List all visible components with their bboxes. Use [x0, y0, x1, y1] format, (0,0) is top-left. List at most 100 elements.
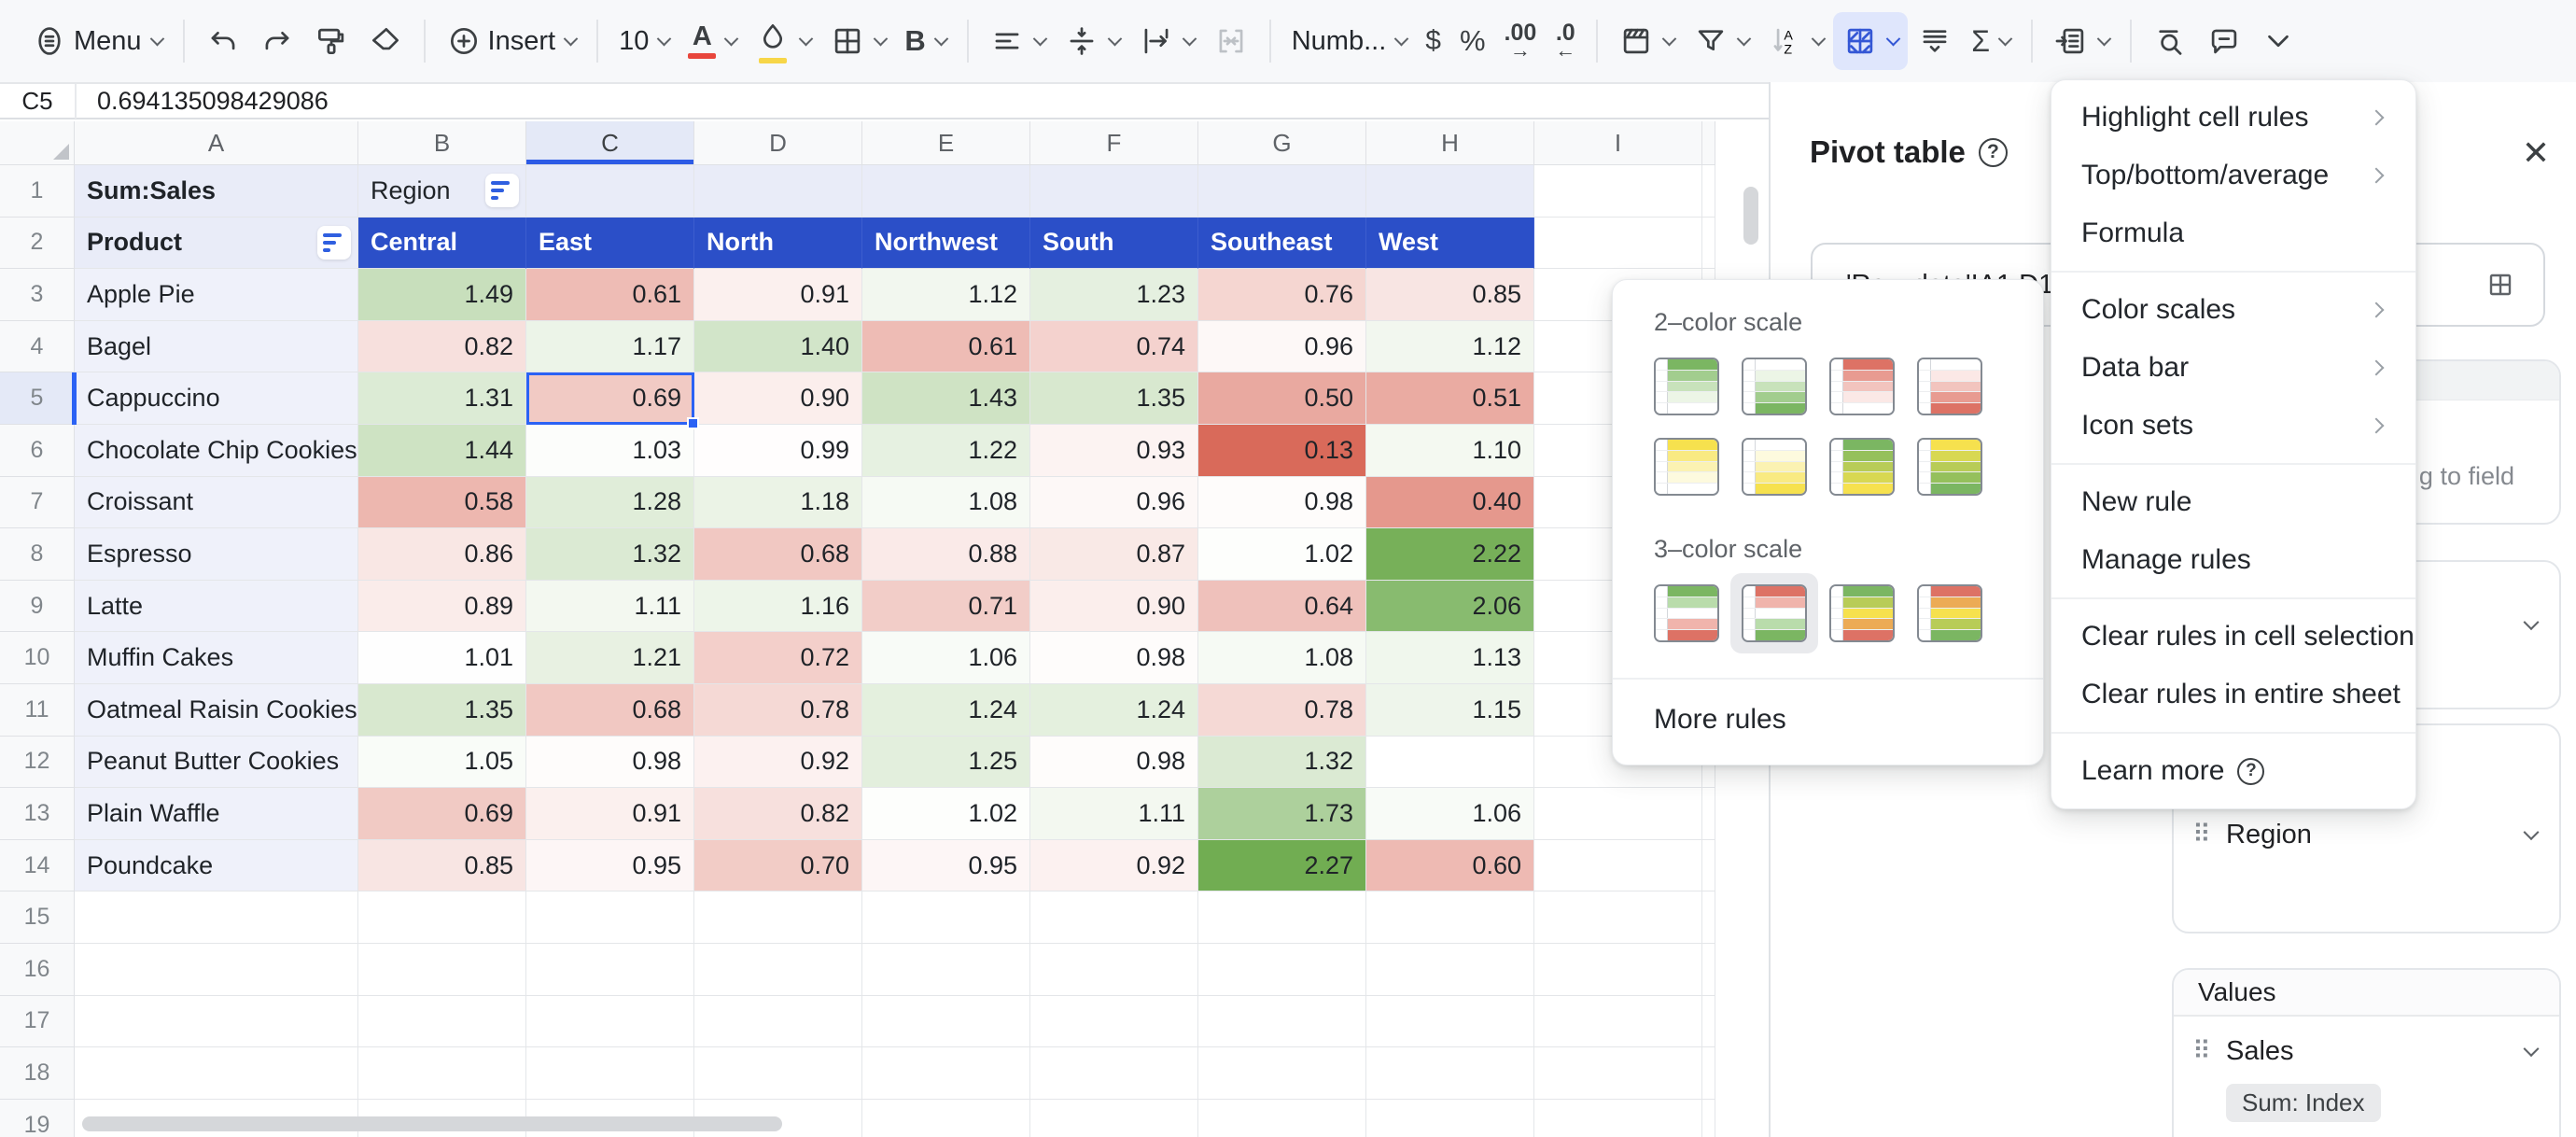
- cell-G7[interactable]: 0.98: [1198, 477, 1366, 529]
- text-wrap-button[interactable]: [1129, 12, 1204, 70]
- cell-I17[interactable]: [1534, 996, 1702, 1048]
- filter-icon[interactable]: [317, 226, 351, 260]
- cell-A9[interactable]: Latte: [75, 581, 358, 633]
- cell-H9[interactable]: 2.06: [1366, 581, 1534, 633]
- cell-X1[interactable]: [1702, 165, 1715, 218]
- cell-B9[interactable]: 0.89: [358, 581, 526, 633]
- cell-H5[interactable]: 0.51: [1366, 372, 1534, 425]
- cell-D2[interactable]: North: [694, 218, 862, 270]
- cell-D11[interactable]: 0.78: [694, 684, 862, 737]
- row-header-6[interactable]: 6: [0, 425, 75, 477]
- scale-swatch-red-yellow-green[interactable]: [1906, 573, 1994, 653]
- cell-F18[interactable]: [1030, 1047, 1198, 1100]
- cell-E13[interactable]: 1.02: [862, 788, 1030, 840]
- cell-E10[interactable]: 1.06: [862, 632, 1030, 684]
- cell-D15[interactable]: [694, 891, 862, 944]
- bold-button[interactable]: B: [895, 12, 955, 70]
- cell-I2[interactable]: [1534, 218, 1702, 270]
- cell-E3[interactable]: 1.12: [862, 269, 1030, 321]
- drag-handle-icon[interactable]: ⠿: [2192, 1037, 2209, 1066]
- filter-button[interactable]: [1684, 12, 1758, 70]
- cell-C16[interactable]: [526, 944, 694, 996]
- cell-B18[interactable]: [358, 1047, 526, 1100]
- chevron-down-icon[interactable]: [2524, 824, 2540, 840]
- cell-C18[interactable]: [526, 1047, 694, 1100]
- cell-B6[interactable]: 1.44: [358, 425, 526, 477]
- cell-F19[interactable]: [1030, 1100, 1198, 1137]
- cell-X18[interactable]: [1702, 1047, 1715, 1100]
- clear-format-button[interactable]: [358, 12, 413, 70]
- freeze-button[interactable]: [1609, 12, 1684, 70]
- formula-input[interactable]: 0.694135098429086: [77, 87, 329, 116]
- row-header-17[interactable]: 17: [0, 996, 75, 1048]
- row-header-7[interactable]: 7: [0, 477, 75, 529]
- cell-C9[interactable]: 1.11: [526, 581, 694, 633]
- cell-G14[interactable]: 2.27: [1198, 840, 1366, 892]
- menu-item-formula[interactable]: Formula: [2051, 204, 2415, 262]
- cell-F6[interactable]: 0.93: [1030, 425, 1198, 477]
- column-header-H[interactable]: H: [1366, 121, 1534, 165]
- cell-A4[interactable]: Bagel: [75, 321, 358, 373]
- row-header-18[interactable]: 18: [0, 1047, 75, 1100]
- cell-I14[interactable]: [1534, 840, 1702, 892]
- cell-D8[interactable]: 0.68: [694, 528, 862, 581]
- row-header-13[interactable]: 13: [0, 788, 75, 840]
- cell-H17[interactable]: [1366, 996, 1534, 1048]
- cell-B1[interactable]: Region: [358, 165, 526, 218]
- chevron-down-icon[interactable]: [2524, 614, 2540, 630]
- column-header-I[interactable]: I: [1534, 121, 1702, 165]
- cell-B16[interactable]: [358, 944, 526, 996]
- cell-C13[interactable]: 0.91: [526, 788, 694, 840]
- cell-G9[interactable]: 0.64: [1198, 581, 1366, 633]
- scale-swatch-green-to-yellow[interactable]: [1818, 427, 1906, 507]
- cell-G19[interactable]: [1198, 1100, 1366, 1137]
- vertical-align-button[interactable]: [1055, 12, 1129, 70]
- cell-B2[interactable]: Central: [358, 218, 526, 270]
- cell-I16[interactable]: [1534, 944, 1702, 996]
- cell-G2[interactable]: Southeast: [1198, 218, 1366, 270]
- number-format-select[interactable]: Numb...: [1282, 12, 1417, 70]
- cell-F14[interactable]: 0.92: [1030, 840, 1198, 892]
- cell-D12[interactable]: 0.92: [694, 737, 862, 789]
- scale-swatch-red-to-white[interactable]: [1818, 346, 1906, 427]
- cell-E17[interactable]: [862, 996, 1030, 1048]
- cell-X16[interactable]: [1702, 944, 1715, 996]
- cell-B5[interactable]: 1.31: [358, 372, 526, 425]
- cell-D18[interactable]: [694, 1047, 862, 1100]
- cell-H7[interactable]: 0.40: [1366, 477, 1534, 529]
- filter-icon[interactable]: [485, 174, 519, 207]
- cell-F1[interactable]: [1030, 165, 1198, 218]
- cell-G15[interactable]: [1198, 891, 1366, 944]
- cell-F17[interactable]: [1030, 996, 1198, 1048]
- column-header-F[interactable]: F: [1030, 121, 1198, 165]
- horizontal-align-button[interactable]: [980, 12, 1055, 70]
- row-header-5[interactable]: 5: [0, 372, 75, 425]
- cell-X2[interactable]: [1702, 218, 1715, 270]
- cell-G10[interactable]: 1.08: [1198, 632, 1366, 684]
- row-header-9[interactable]: 9: [0, 581, 75, 633]
- cell-D9[interactable]: 1.16: [694, 581, 862, 633]
- cell-B10[interactable]: 1.01: [358, 632, 526, 684]
- cell-D4[interactable]: 1.40: [694, 321, 862, 373]
- cell-H4[interactable]: 1.12: [1366, 321, 1534, 373]
- cell-D14[interactable]: 0.70: [694, 840, 862, 892]
- cell-C11[interactable]: 0.68: [526, 684, 694, 737]
- find-replace-button[interactable]: [2143, 12, 2197, 70]
- cell-B15[interactable]: [358, 891, 526, 944]
- cell-C6[interactable]: 1.03: [526, 425, 694, 477]
- cell-E9[interactable]: 0.71: [862, 581, 1030, 633]
- cell-A18[interactable]: [75, 1047, 358, 1100]
- cell-F9[interactable]: 0.90: [1030, 581, 1198, 633]
- cell-B14[interactable]: 0.85: [358, 840, 526, 892]
- cell-E2[interactable]: Northwest: [862, 218, 1030, 270]
- drag-handle-icon[interactable]: ⠿: [2192, 821, 2209, 849]
- cell-H6[interactable]: 1.10: [1366, 425, 1534, 477]
- column-header-D[interactable]: D: [694, 121, 862, 165]
- collapse-toolbar-button[interactable]: [2251, 12, 2305, 70]
- cell-B7[interactable]: 0.58: [358, 477, 526, 529]
- chevron-down-icon[interactable]: [2524, 1041, 2540, 1057]
- cell-H18[interactable]: [1366, 1047, 1534, 1100]
- cell-E6[interactable]: 1.22: [862, 425, 1030, 477]
- cell-H12[interactable]: [1366, 737, 1534, 789]
- cell-A13[interactable]: Plain Waffle: [75, 788, 358, 840]
